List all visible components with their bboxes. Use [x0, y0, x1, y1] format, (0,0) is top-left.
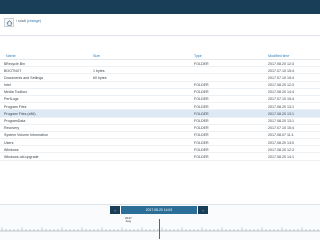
file-name: Documents and Settings [4, 75, 44, 80]
file-name: PerfLogs [4, 97, 19, 102]
file-name: Intel [4, 83, 11, 88]
file-modified: 2017.08.20 12:3 [268, 83, 294, 88]
column-header-type[interactable]: Type [194, 54, 202, 58]
timeline-year-label: 2017 Aug [125, 216, 132, 224]
table-row[interactable]: PerfLogs FOLDER 2017.07.10 15:4 [0, 96, 320, 104]
file-modified: 2017.08.07 11:1 [268, 133, 294, 138]
next-snapshot-button[interactable]: › [198, 206, 208, 214]
column-header-name[interactable]: Name [6, 54, 16, 58]
file-type: FOLDER [194, 154, 209, 159]
table-row[interactable]: Recovery FOLDER 2017.07.10 15:4 [0, 125, 320, 132]
column-header-modified[interactable]: Modified time [268, 54, 289, 58]
table-row[interactable]: Users FOLDER 2017.08.20 13:0 [0, 139, 320, 147]
file-modified: 2017.08.20 14:1 [268, 154, 294, 159]
change-path-link[interactable]: change [28, 19, 40, 23]
file-type: FOLDER [194, 61, 209, 66]
file-type: FOLDER [194, 147, 209, 152]
path-current: sda8 [18, 19, 26, 23]
file-name: Users [4, 140, 14, 145]
snapshot-label[interactable]: 2017.08.20 14:03 [120, 206, 198, 214]
file-name: Media Toolbox [4, 90, 28, 95]
table-row[interactable]: System Volume Information FOLDER 2017.08.0… [0, 132, 320, 140]
file-type: FOLDER [194, 97, 209, 102]
table-body: $Recycle.Bin FOLDER 2017.08.20 12:3 BOOTNXT… [0, 60, 320, 161]
timeline-axis[interactable] [0, 225, 320, 237]
file-modified: 2017.07.10 15:4 [268, 75, 294, 80]
file-modified: 2017.08.20 12:3 [268, 147, 294, 152]
file-name: Windows.old.upgrade [4, 154, 39, 159]
table-row[interactable]: Documents and Settings 60 bytes 2017.07.10… [0, 74, 320, 82]
current-snapshot-marker[interactable] [159, 219, 160, 239]
file-type: FOLDER [194, 83, 209, 88]
home-icon [6, 19, 12, 26]
file-modified: 2017.08.20 14:4 [268, 90, 294, 95]
table-row[interactable]: BOOTNXT 1 bytes 2017.07.10 15:4 [0, 67, 320, 75]
file-type: FOLDER [194, 119, 209, 123]
file-name: System Volume Information [4, 133, 48, 138]
file-modified: 2017.08.20 13:1 [268, 119, 294, 123]
table-row[interactable]: $Recycle.Bin FOLDER 2017.08.20 12:3 [0, 60, 320, 68]
table-row[interactable]: Program Files FOLDER 2017.08.20 13:1 [0, 103, 320, 111]
file-modified: 2017.08.20 12:3 [268, 61, 294, 66]
table-header: Name Size Type Modified time [0, 52, 320, 60]
file-name: Recovery [4, 126, 20, 131]
path-prefix: \ [16, 19, 17, 23]
previous-snapshot-button[interactable]: ‹ [110, 206, 120, 214]
file-modified: 2017.07.10 15:4 [268, 126, 294, 131]
table-row[interactable]: ProgramData FOLDER 2017.08.20 13:1 [0, 118, 320, 125]
table-row[interactable]: Media Toolbox FOLDER 2017.08.20 14:4 [0, 89, 320, 96]
file-modified: 2017.08.20 13:0 [268, 140, 294, 145]
file-type: FOLDER [194, 104, 209, 109]
file-modified: 2017.08.20 13:1 [268, 104, 294, 109]
file-name: BOOTNXT [4, 68, 22, 73]
file-name: ProgramData [4, 119, 26, 123]
file-size: 1 bytes [93, 68, 105, 73]
file-type: FOLDER [194, 133, 209, 138]
table-row[interactable]: Windows.old.upgrade FOLDER 2017.08.20 14:1 [0, 153, 320, 161]
file-type: FOLDER [194, 140, 209, 145]
file-type: FOLDER [194, 126, 209, 131]
table-row[interactable]: Program Files (x86) FOLDER 2017.08.20 13:1 [0, 110, 320, 118]
column-header-size[interactable]: Size [93, 54, 100, 58]
table-row[interactable]: Windows FOLDER 2017.08.20 12:3 [0, 146, 320, 154]
file-table: Name Size Type Modified time $Recycle.Bi… [0, 52, 320, 161]
timeline-month: Aug [125, 219, 132, 224]
table-row[interactable]: Intel FOLDER 2017.08.20 12:3 [0, 82, 320, 89]
file-type: FOLDER [194, 111, 209, 116]
breadcrumb: \ sda8 (change) [16, 19, 41, 23]
file-name: Windows [4, 147, 19, 152]
file-name: $Recycle.Bin [4, 61, 25, 66]
file-modified: 2017.07.10 15:4 [268, 68, 294, 73]
snapshot-selector: ‹ 2017.08.20 14:03 › [110, 206, 208, 214]
chevron-right-icon: › [202, 207, 204, 213]
file-type: FOLDER [194, 90, 209, 95]
file-size: 60 bytes [93, 75, 107, 80]
file-name: Program Files (x86) [4, 111, 36, 116]
file-name: Program Files [4, 104, 27, 109]
path-bar: \ sda8 (change) [0, 14, 320, 36]
file-modified: 2017.07.10 15:4 [268, 97, 294, 102]
timeline-panel: ‹ 2017.08.20 14:03 › 2017 Aug [0, 204, 320, 240]
file-modified: 2017.08.20 13:1 [268, 111, 294, 116]
chevron-left-icon: ‹ [114, 207, 116, 213]
home-button[interactable] [4, 18, 14, 27]
top-header-bar [0, 0, 320, 14]
